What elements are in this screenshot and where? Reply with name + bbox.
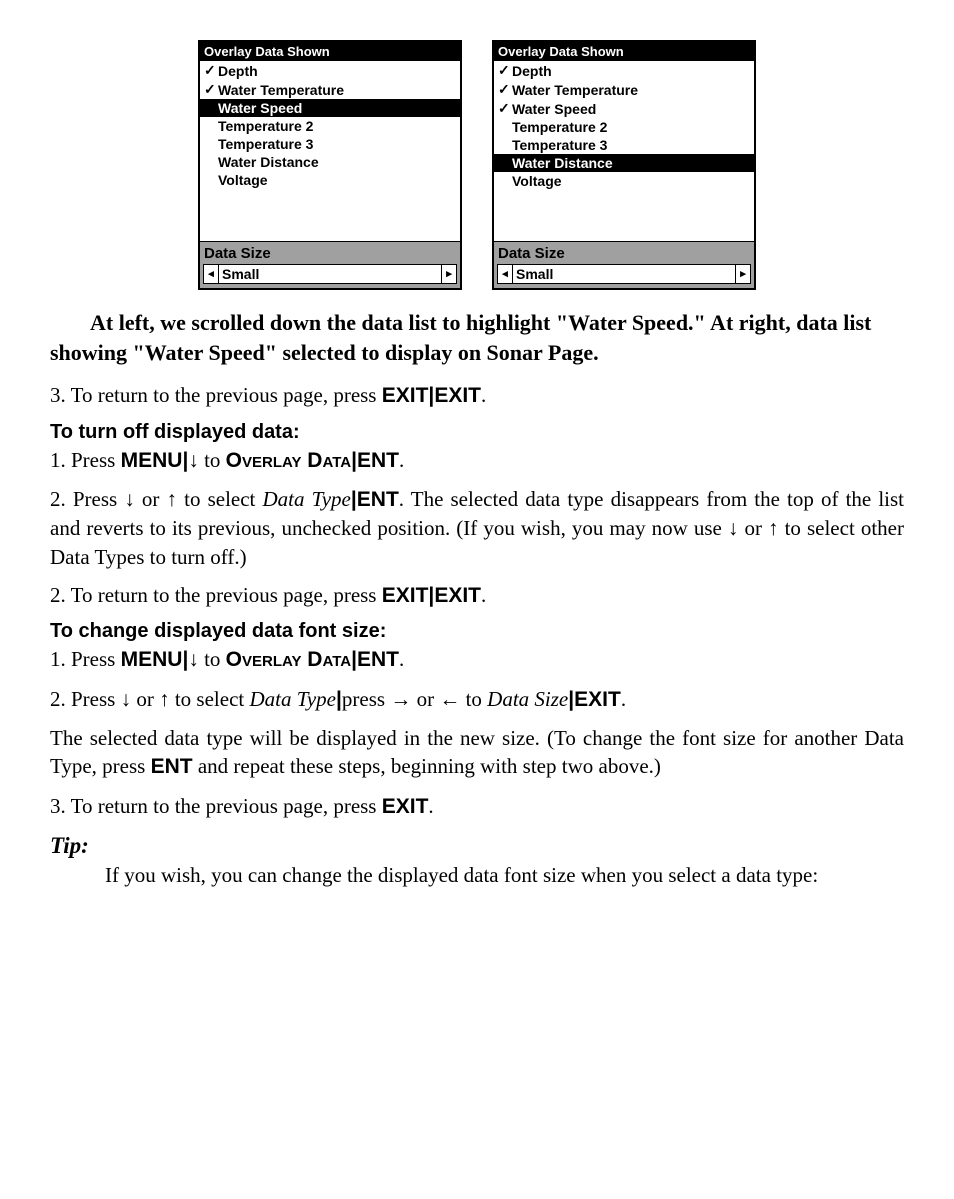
list-item[interactable]: ✓Water Speed xyxy=(494,99,754,118)
list-item[interactable]: ✓Water Temperature xyxy=(200,80,460,99)
check-icon: ✓ xyxy=(498,62,512,79)
step-1-turnoff: 1. Press MENU|↓ to Overlay Data|ENT. xyxy=(50,446,904,475)
step-3b-fontsize: 3. To return to the previous page, press… xyxy=(50,792,904,821)
size-selector[interactable]: ◂ Small ▸ xyxy=(203,264,457,284)
list-item-highlighted[interactable]: Water Speed xyxy=(200,99,460,117)
data-list[interactable]: ✓Depth ✓Water Temperature Water Speed Te… xyxy=(200,61,460,242)
list-item[interactable]: Temperature 3 xyxy=(200,135,460,153)
data-size-label: Data Size xyxy=(200,242,460,264)
list-item[interactable]: Temperature 2 xyxy=(494,118,754,136)
screenshots-row: Overlay Data Shown ✓Depth ✓Water Tempera… xyxy=(50,40,904,290)
data-size-label: Data Size xyxy=(494,242,754,264)
step-1-fontsize: 1. Press MENU|↓ to Overlay Data|ENT. xyxy=(50,645,904,674)
heading-font-size: To change displayed data font size: xyxy=(50,620,904,643)
check-icon: ✓ xyxy=(498,81,512,98)
check-icon: ✓ xyxy=(204,81,218,98)
check-icon: ✓ xyxy=(204,62,218,79)
para-newsize: The selected data type will be displayed… xyxy=(50,724,904,782)
arrow-right-icon[interactable]: ▸ xyxy=(735,265,750,283)
heading-turn-off: To turn off displayed data: xyxy=(50,421,904,444)
arrow-left-icon[interactable]: ◂ xyxy=(204,265,219,283)
tip-heading: Tip: xyxy=(50,833,904,859)
arrow-right-icon[interactable]: ▸ xyxy=(441,265,456,283)
step-3a: 3. To return to the previous page, press… xyxy=(50,381,904,410)
arrow-left-icon[interactable]: ◂ xyxy=(498,265,513,283)
list-item[interactable]: Water Distance xyxy=(200,153,460,171)
check-icon: ✓ xyxy=(498,100,512,117)
step-2-turnoff: 2. Press ↓ or ↑ to select Data Type|ENT.… xyxy=(50,485,904,571)
list-item[interactable]: ✓Water Temperature xyxy=(494,80,754,99)
size-selector[interactable]: ◂ Small ▸ xyxy=(497,264,751,284)
list-item-highlighted[interactable]: Water Distance xyxy=(494,154,754,172)
caption: At left, we scrolled down the data list … xyxy=(50,308,904,367)
list-item[interactable]: ✓Depth xyxy=(200,61,460,80)
screen-title: Overlay Data Shown xyxy=(200,42,460,61)
step-2-fontsize: 2. Press ↓ or ↑ to select Data Type|pres… xyxy=(50,685,904,714)
list-item[interactable]: ✓Depth xyxy=(494,61,754,80)
size-value: Small xyxy=(219,266,441,282)
screen-left: Overlay Data Shown ✓Depth ✓Water Tempera… xyxy=(198,40,462,290)
list-item[interactable]: Voltage xyxy=(200,171,460,189)
screen-right: Overlay Data Shown ✓Depth ✓Water Tempera… xyxy=(492,40,756,290)
screen-title: Overlay Data Shown xyxy=(494,42,754,61)
data-list[interactable]: ✓Depth ✓Water Temperature ✓Water Speed T… xyxy=(494,61,754,242)
list-item[interactable]: Temperature 3 xyxy=(494,136,754,154)
step-2b-turnoff: 2. To return to the previous page, press… xyxy=(50,581,904,610)
tip-body: If you wish, you can change the displaye… xyxy=(105,863,904,888)
list-item[interactable]: Temperature 2 xyxy=(200,117,460,135)
size-value: Small xyxy=(513,266,735,282)
list-item[interactable]: Voltage xyxy=(494,172,754,190)
